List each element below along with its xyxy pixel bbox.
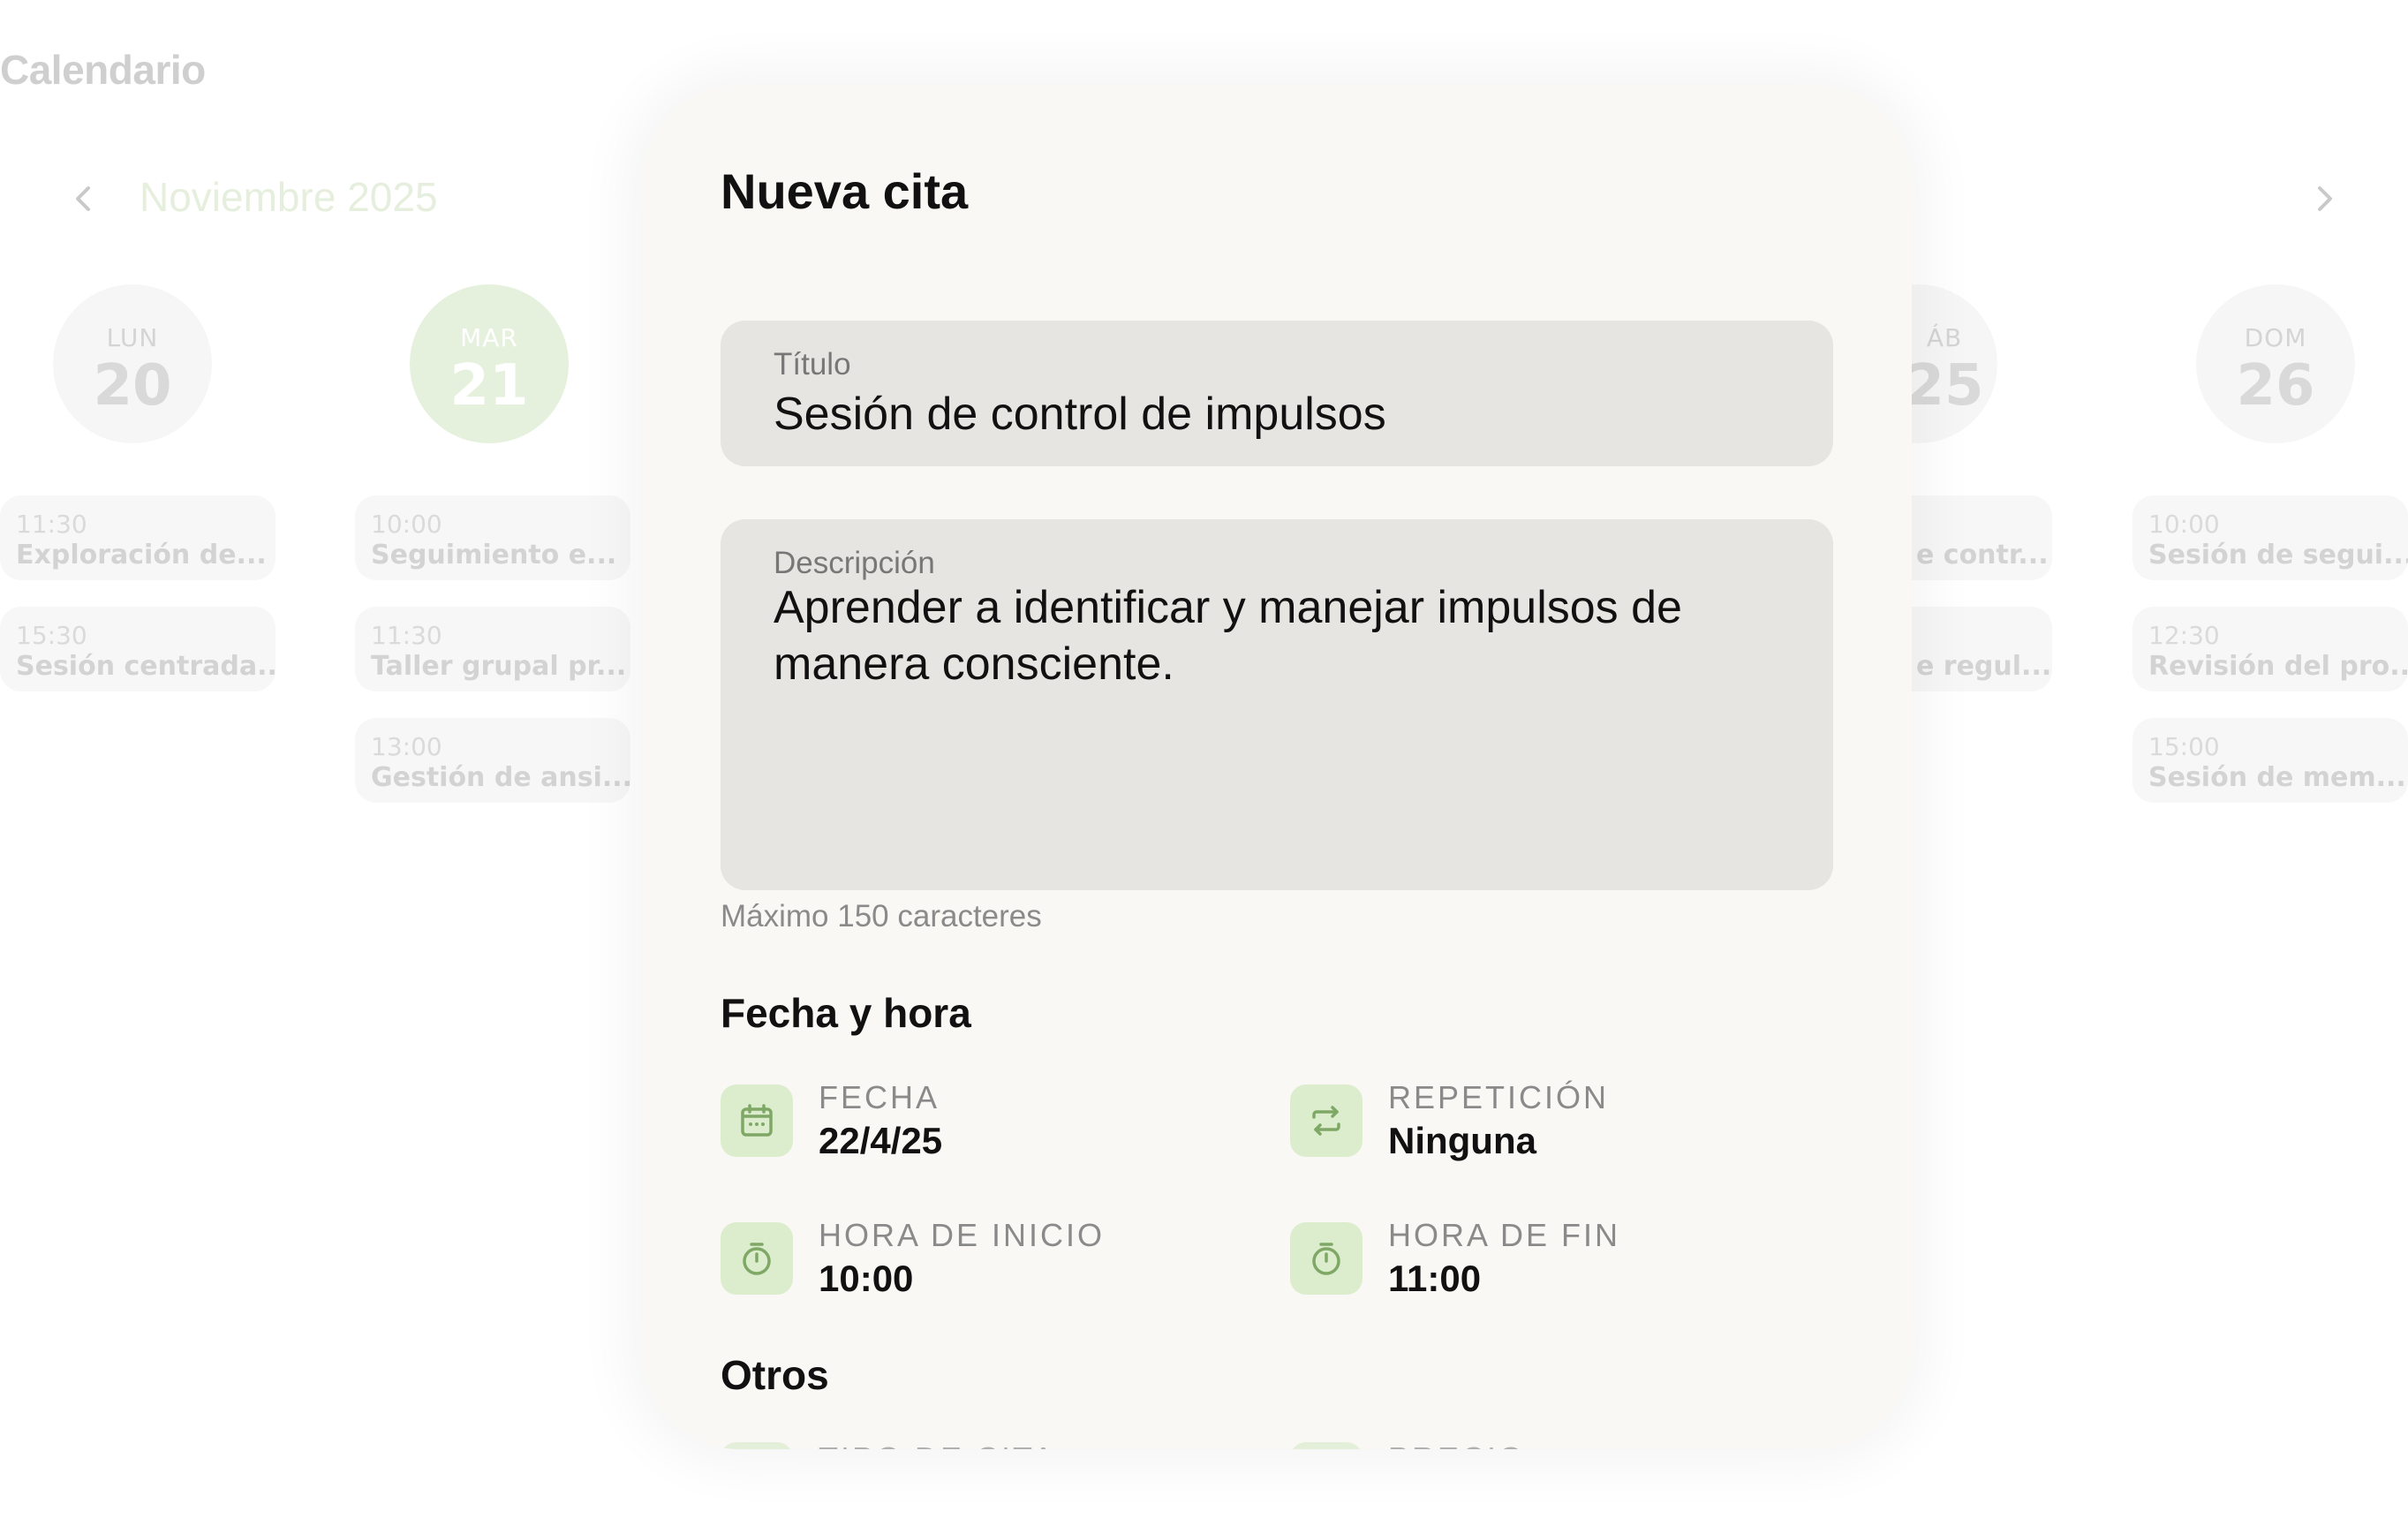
description-hint: Máximo 150 caracteres bbox=[721, 899, 1042, 933]
day-number: 20 bbox=[93, 353, 172, 419]
appointment-card[interactable]: 15:30 Sesión centrada... bbox=[0, 607, 276, 691]
appointment-type-icon bbox=[721, 1442, 793, 1449]
repetition-label: REPETICIÓN bbox=[1388, 1079, 1610, 1115]
date-value: 22/4/25 bbox=[819, 1120, 943, 1161]
appointment-time: 15:00 bbox=[2148, 732, 2220, 761]
month-label: Noviembre 2025 bbox=[140, 174, 438, 220]
appointment-name: Revisión del pro... bbox=[2148, 651, 2408, 682]
day-number: 26 bbox=[2236, 353, 2315, 419]
appointment-name: Sesión centrada... bbox=[16, 651, 276, 682]
end-time-value: 11:00 bbox=[1388, 1258, 1482, 1299]
appointment-name: Gestión de ansi... bbox=[371, 762, 630, 793]
description-field-value[interactable]: Aprender a identificar y manejar impulso… bbox=[774, 579, 1780, 692]
price-icon bbox=[1290, 1442, 1363, 1449]
day-header-mon-20[interactable]: LUN 20 bbox=[53, 284, 212, 443]
start-time-label: HORA DE INICIO bbox=[819, 1217, 1106, 1253]
appointment-name: Sesión de mem... bbox=[2148, 762, 2406, 793]
timer-icon bbox=[721, 1222, 793, 1295]
appointment-type-picker[interactable]: TIPO DE CITA bbox=[721, 1442, 1180, 1449]
day-of-week: LUN bbox=[106, 323, 159, 352]
modal-title: Nueva cita bbox=[721, 163, 969, 219]
appointment-type-label: TIPO DE CITA bbox=[819, 1442, 1056, 1449]
next-month-button[interactable] bbox=[2305, 179, 2344, 218]
title-field-value[interactable]: Sesión de control de impulsos bbox=[774, 386, 1780, 442]
repeat-icon bbox=[1290, 1084, 1363, 1157]
day-header-tue-21[interactable]: MAR 21 bbox=[410, 284, 569, 443]
appointment-card[interactable]: 10:00 Sesión de segui... bbox=[2132, 495, 2408, 580]
appointment-time: 11:30 bbox=[371, 621, 442, 650]
app-title: Calendario bbox=[0, 47, 206, 93]
timer-icon bbox=[1290, 1222, 1363, 1295]
day-header-sun-26[interactable]: DOM 26 bbox=[2196, 284, 2355, 443]
calendar-icon bbox=[721, 1084, 793, 1157]
description-field[interactable]: Descripción Aprender a identificar y man… bbox=[721, 519, 1833, 890]
date-label: FECHA bbox=[819, 1079, 940, 1115]
day-of-week: MAR bbox=[460, 323, 518, 352]
appointment-card[interactable]: 15:00 Sesión de mem... bbox=[2132, 718, 2408, 803]
previous-month-button[interactable] bbox=[64, 179, 103, 218]
price-picker[interactable]: PRECIO bbox=[1290, 1442, 1749, 1449]
description-field-label: Descripción bbox=[774, 546, 935, 580]
appointment-time: 11:30 bbox=[16, 510, 87, 539]
title-field-label: Título bbox=[774, 347, 851, 382]
appointment-name: Taller grupal pr... bbox=[371, 651, 627, 682]
chevron-right-icon bbox=[2318, 186, 2332, 211]
appointment-time: 10:00 bbox=[2148, 510, 2220, 539]
appointment-time: 10:00 bbox=[371, 510, 442, 539]
appointment-name: Exploración de... bbox=[16, 540, 267, 571]
repetition-value: Ninguna bbox=[1388, 1120, 1536, 1161]
appointment-name: Sesión de segui... bbox=[2148, 540, 2408, 571]
start-time-value: 10:00 bbox=[819, 1258, 914, 1299]
appointment-card[interactable]: 10:00 Seguimiento e... bbox=[355, 495, 630, 580]
appointment-card[interactable]: 13:00 Gestión de ansi... bbox=[355, 718, 630, 803]
chevron-left-icon bbox=[76, 186, 90, 211]
day-number: 21 bbox=[449, 353, 529, 419]
appointment-time: 15:30 bbox=[16, 621, 87, 650]
new-appointment-modal: Nueva cita Título Sesión de control de i… bbox=[642, 85, 1912, 1449]
appointment-name: e contr... bbox=[1916, 540, 2049, 571]
end-time-label: HORA DE FIN bbox=[1388, 1217, 1621, 1253]
datetime-section-title: Fecha y hora bbox=[721, 990, 971, 1036]
appointment-name: Seguimiento e... bbox=[371, 540, 617, 571]
title-field[interactable]: Título Sesión de control de impulsos bbox=[721, 321, 1833, 466]
price-label: PRECIO bbox=[1388, 1442, 1526, 1449]
appointment-name: e regul... bbox=[1916, 651, 2052, 682]
appointment-time: 13:00 bbox=[371, 732, 442, 761]
appointment-time: 12:30 bbox=[2148, 621, 2220, 650]
appointment-card[interactable]: 12:30 Revisión del pro... bbox=[2132, 607, 2408, 691]
others-section-title: Otros bbox=[721, 1352, 829, 1398]
appointment-card[interactable]: 11:30 Taller grupal pr... bbox=[355, 607, 630, 691]
appointment-card[interactable]: 11:30 Exploración de... bbox=[0, 495, 276, 580]
day-of-week: DOM bbox=[2244, 323, 2307, 352]
